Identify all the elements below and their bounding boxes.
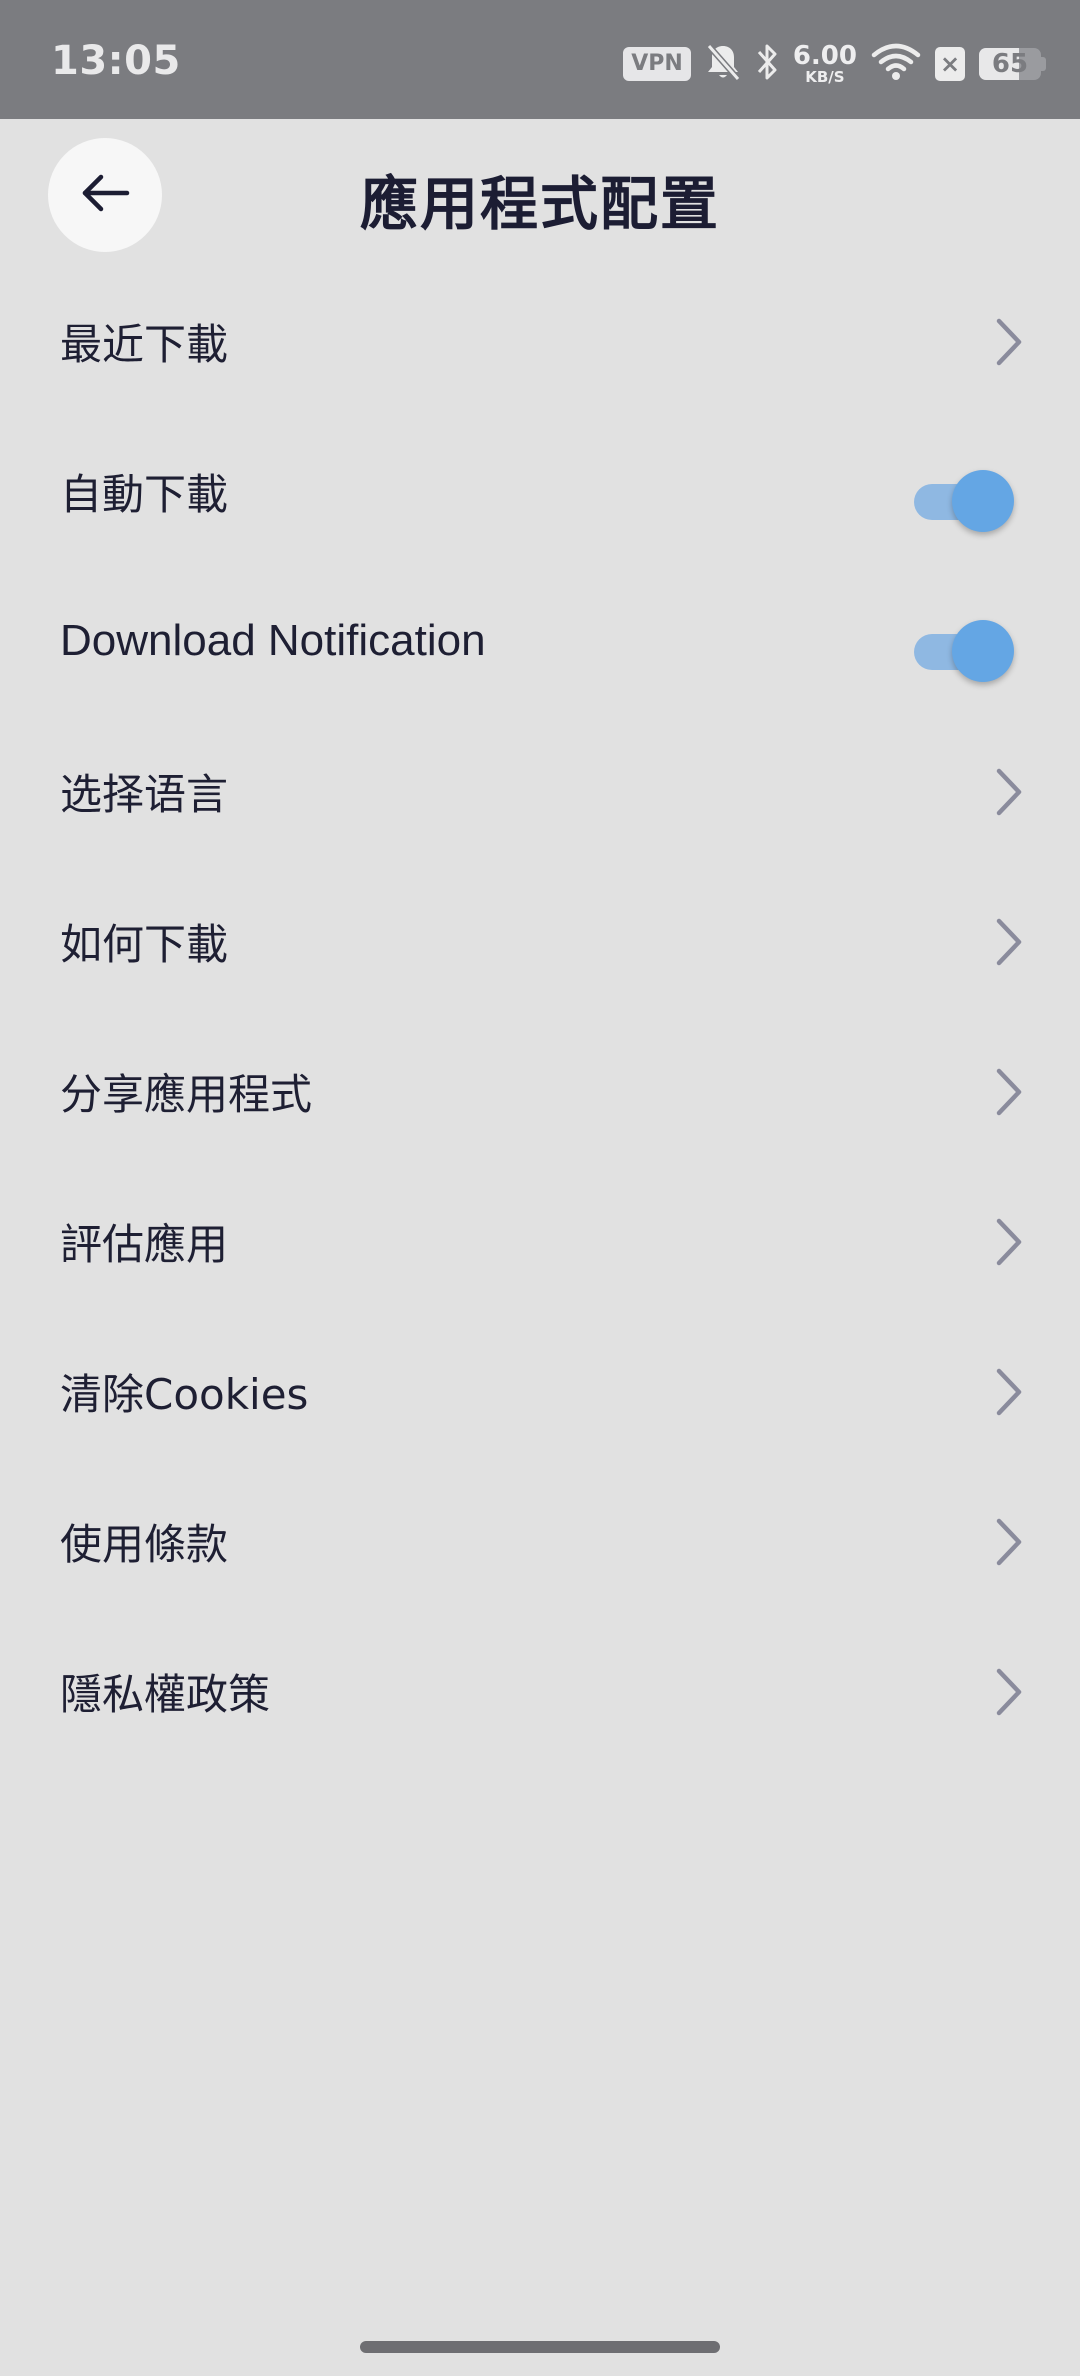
settings-list: 最近下載 自動下載 Download Notification 选择语言 如何下… xyxy=(0,282,1080,1782)
settings-item-label: 清除Cookies xyxy=(60,1369,309,1419)
settings-item-label: 分享應用程式 xyxy=(60,1069,313,1119)
battery-level: 65 xyxy=(991,49,1029,79)
no-sim-icon: × xyxy=(935,47,965,81)
settings-item-select-language[interactable]: 选择语言 xyxy=(0,732,1080,882)
settings-item-auto-download: 自動下載 xyxy=(0,432,1080,582)
settings-item-rate-app[interactable]: 評估應用 xyxy=(0,1182,1080,1332)
vpn-badge: VPN xyxy=(623,47,691,81)
chevron-right-icon xyxy=(996,1668,1022,1716)
bell-off-icon xyxy=(705,42,741,86)
settings-item-label: 評估應用 xyxy=(60,1219,229,1269)
status-time: 13:05 xyxy=(51,38,181,84)
page-title: 應用程式配置 xyxy=(359,170,720,238)
net-speed-value: 6.00 xyxy=(792,41,857,71)
chevron-right-icon xyxy=(996,318,1022,366)
net-speed: 6.00 KB/S xyxy=(793,43,857,85)
chevron-right-icon xyxy=(996,918,1022,966)
download-notification-toggle[interactable] xyxy=(914,618,1014,682)
settings-item-share-app[interactable]: 分享應用程式 xyxy=(0,1032,1080,1182)
settings-item-label: 使用條款 xyxy=(60,1519,229,1569)
settings-item-terms-of-use[interactable]: 使用條款 xyxy=(0,1482,1080,1632)
chevron-right-icon xyxy=(996,1368,1022,1416)
toggle-thumb xyxy=(952,620,1014,682)
settings-item-label: Download Notification xyxy=(60,616,486,665)
chevron-right-icon xyxy=(996,1518,1022,1566)
chevron-right-icon xyxy=(996,768,1022,816)
settings-item-privacy-policy[interactable]: 隱私權政策 xyxy=(0,1632,1080,1782)
net-speed-unit: KB/S xyxy=(805,68,845,86)
toggle-thumb xyxy=(952,470,1014,532)
settings-item-label: 最近下載 xyxy=(60,319,229,369)
app-header: 應用程式配置 xyxy=(0,119,1080,269)
settings-item-label: 如何下載 xyxy=(60,919,229,969)
home-indicator[interactable] xyxy=(360,2341,720,2353)
wifi-icon xyxy=(871,42,921,86)
settings-item-download-notification: Download Notification xyxy=(0,582,1080,732)
status-bar: 13:05 VPN 6.00 KB/S × 65 xyxy=(0,0,1080,119)
battery-icon: 65 xyxy=(979,48,1046,80)
chevron-right-icon xyxy=(996,1068,1022,1116)
auto-download-toggle[interactable] xyxy=(914,468,1014,532)
settings-item-label: 隱私權政策 xyxy=(60,1669,271,1719)
settings-item-recent-downloads[interactable]: 最近下載 xyxy=(0,282,1080,432)
settings-item-how-to-download[interactable]: 如何下載 xyxy=(0,882,1080,1032)
settings-item-clear-cookies[interactable]: 清除Cookies xyxy=(0,1332,1080,1482)
settings-item-label: 自動下載 xyxy=(60,469,229,519)
bluetooth-icon xyxy=(755,42,779,86)
status-icons: VPN 6.00 KB/S × 65 xyxy=(623,40,1046,88)
chevron-right-icon xyxy=(996,1218,1022,1266)
settings-item-label: 选择语言 xyxy=(60,769,229,819)
